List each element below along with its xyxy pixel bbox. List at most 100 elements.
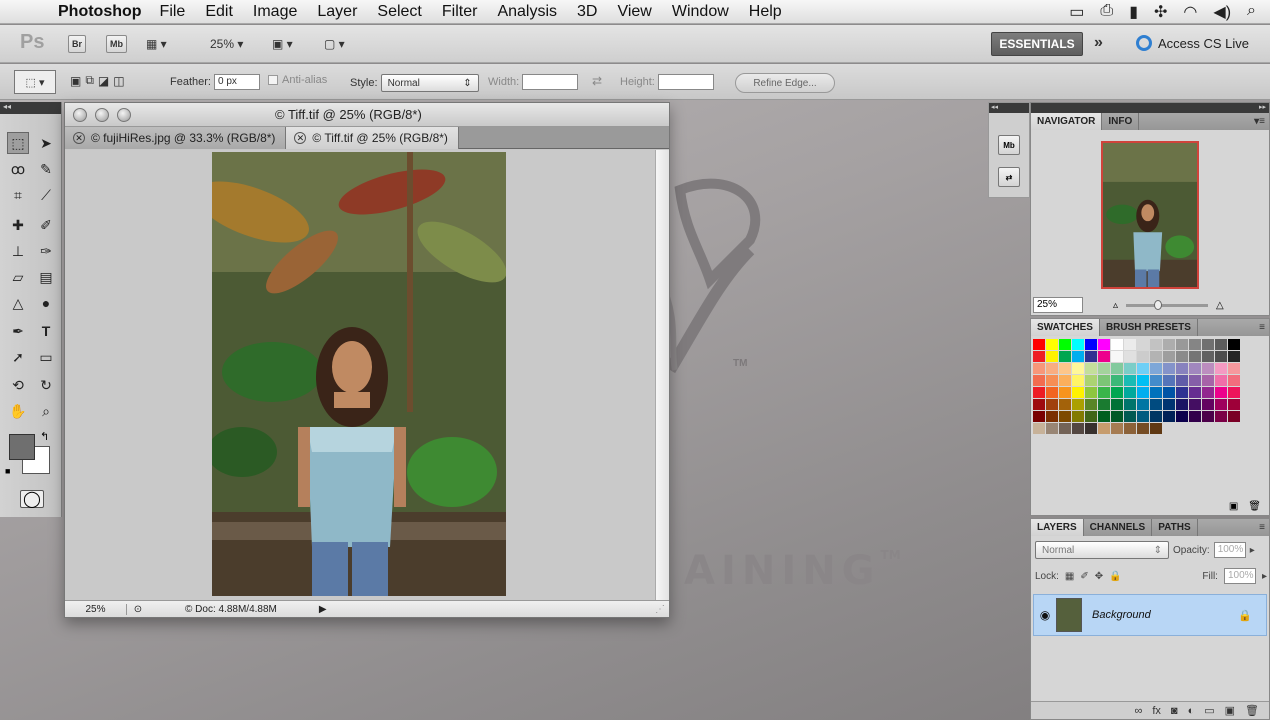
new-layer-icon[interactable]: ▣ — [1225, 704, 1235, 717]
menu-layer[interactable]: Layer — [317, 3, 357, 21]
app-menu[interactable]: Photoshop — [58, 3, 142, 21]
color-swatch[interactable] — [1176, 339, 1189, 351]
color-swatch[interactable] — [1215, 411, 1228, 423]
color-swatch[interactable] — [1124, 375, 1137, 387]
color-swatch[interactable] — [1033, 399, 1046, 411]
opacity-dropdown-icon[interactable]: ▸ — [1250, 545, 1255, 556]
color-swatch[interactable] — [1098, 339, 1111, 351]
tab-swatches[interactable]: SWATCHES — [1031, 319, 1100, 336]
menu-file[interactable]: File — [160, 3, 186, 21]
height-input[interactable] — [657, 74, 714, 90]
swap-width-height-icon[interactable]: ⇄ — [592, 74, 602, 88]
hand-tool-icon[interactable]: ✋ — [7, 400, 29, 422]
launch-minibridge-button[interactable]: Mb — [106, 34, 127, 54]
color-swatch[interactable] — [1202, 399, 1215, 411]
path-selection-tool-icon[interactable]: ➚ — [7, 346, 29, 368]
search-icon[interactable]: ⌕ — [1247, 2, 1256, 22]
color-swatch[interactable] — [1189, 399, 1202, 411]
menu-analysis[interactable]: Analysis — [497, 3, 557, 21]
color-swatch[interactable] — [1124, 387, 1137, 399]
document-canvas[interactable] — [65, 150, 657, 600]
color-swatch[interactable] — [1189, 387, 1202, 399]
color-swatch[interactable] — [1059, 399, 1072, 411]
color-swatch[interactable] — [1072, 387, 1085, 399]
trash-icon[interactable]: 🗑 — [1248, 501, 1261, 512]
color-swatch[interactable] — [1189, 351, 1202, 363]
lock-all-icon[interactable]: 🔒 — [1109, 571, 1121, 582]
navigator-zoom-input[interactable]: 25% — [1033, 297, 1083, 313]
color-swatch[interactable] — [1176, 399, 1189, 411]
color-swatch[interactable] — [1059, 423, 1072, 435]
color-swatch[interactable] — [1046, 399, 1059, 411]
tab-fujihires[interactable]: ✕ © fujiHiRes.jpg @ 33.3% (RGB/8*) — [65, 127, 287, 149]
color-swatch[interactable] — [1163, 387, 1176, 399]
color-swatch[interactable] — [1111, 351, 1124, 363]
minibridge-panel-button[interactable]: Mb — [998, 135, 1020, 155]
color-swatch[interactable] — [1202, 363, 1215, 375]
color-swatch[interactable] — [1046, 387, 1059, 399]
document-title-bar[interactable]: © Tiff.tif @ 25% (RGB/8*) — [65, 103, 669, 127]
launch-bridge-button[interactable]: Br — [68, 34, 87, 54]
close-window-button[interactable] — [73, 107, 87, 122]
color-swatch[interactable] — [1137, 351, 1150, 363]
color-swatch[interactable] — [1189, 375, 1202, 387]
color-swatch[interactable] — [1150, 423, 1163, 435]
move-tool-icon[interactable]: ➤ — [35, 132, 57, 154]
status-icon[interactable]: ⊙ — [127, 604, 149, 615]
color-swatch[interactable] — [1111, 399, 1124, 411]
new-swatch-icon[interactable]: ▣ — [1229, 501, 1238, 512]
color-swatch[interactable] — [1111, 339, 1124, 351]
zoom-out-icon[interactable]: ▵ — [1113, 300, 1118, 311]
printer-icon[interactable]: ⎙ — [1100, 2, 1113, 22]
color-swatch[interactable] — [1085, 423, 1098, 435]
document-vertical-scrollbar[interactable] — [655, 150, 669, 600]
blend-mode-select[interactable]: Normal ⇕ — [1035, 541, 1169, 559]
color-swatch[interactable] — [1046, 339, 1059, 351]
tool-preset-picker[interactable]: ⬚ ▾ — [14, 70, 56, 94]
swatch-grid[interactable] — [1033, 339, 1241, 435]
color-swatch[interactable] — [1046, 363, 1059, 375]
color-swatch[interactable] — [1176, 375, 1189, 387]
zoom-in-icon[interactable]: △ — [1216, 300, 1224, 311]
antialias-control[interactable]: Anti-alias — [268, 74, 327, 86]
arrange-documents-menu[interactable]: ▣ ▾ — [272, 34, 293, 54]
color-swatch[interactable] — [1176, 363, 1189, 375]
pen-tool-icon[interactable]: ✒ — [7, 320, 29, 342]
antialias-checkbox[interactable] — [268, 75, 278, 85]
history-panel-icon[interactable]: ⇄ — [998, 167, 1020, 187]
color-swatch[interactable] — [1124, 351, 1137, 363]
history-brush-tool-icon[interactable]: ✑ — [35, 240, 57, 262]
color-swatch[interactable] — [1111, 375, 1124, 387]
color-swatch[interactable] — [1228, 351, 1241, 363]
color-swatch[interactable] — [1059, 387, 1072, 399]
panel-collapse-icon[interactable]: ▸▸ — [1031, 103, 1269, 113]
color-swatch[interactable] — [1072, 375, 1085, 387]
color-swatch[interactable] — [1059, 339, 1072, 351]
color-swatch[interactable] — [1046, 411, 1059, 423]
color-swatch[interactable] — [1124, 363, 1137, 375]
color-swatch[interactable] — [1098, 423, 1111, 435]
color-swatch[interactable] — [1163, 399, 1176, 411]
color-swatch[interactable] — [1046, 375, 1059, 387]
link-layers-icon[interactable]: ∞ — [1135, 705, 1143, 717]
color-swatch[interactable] — [1059, 363, 1072, 375]
color-swatch[interactable] — [1033, 387, 1046, 399]
gradient-tool-icon[interactable]: ▤ — [35, 266, 57, 288]
menu-filter[interactable]: Filter — [442, 3, 478, 21]
color-swatch[interactable] — [1189, 339, 1202, 351]
color-swatch[interactable] — [1111, 423, 1124, 435]
clone-stamp-tool-icon[interactable]: ⊥ — [7, 240, 29, 262]
layer-row-background[interactable]: ◉ Background 🔒 — [1033, 594, 1267, 636]
color-swatch[interactable] — [1046, 351, 1059, 363]
color-swatch[interactable] — [1163, 363, 1176, 375]
color-swatch[interactable] — [1098, 411, 1111, 423]
menu-edit[interactable]: Edit — [205, 3, 233, 21]
color-swatch[interactable] — [1150, 351, 1163, 363]
close-tab-icon[interactable]: ✕ — [73, 132, 85, 144]
color-swatch[interactable] — [1111, 411, 1124, 423]
status-menu-arrow-icon[interactable]: ▶ — [319, 604, 327, 615]
color-swatch[interactable] — [1202, 339, 1215, 351]
battery-icon[interactable]: ▮ — [1129, 2, 1138, 22]
color-swatch[interactable] — [1137, 411, 1150, 423]
panel-menu-icon[interactable]: ▾≡ — [1254, 113, 1269, 130]
